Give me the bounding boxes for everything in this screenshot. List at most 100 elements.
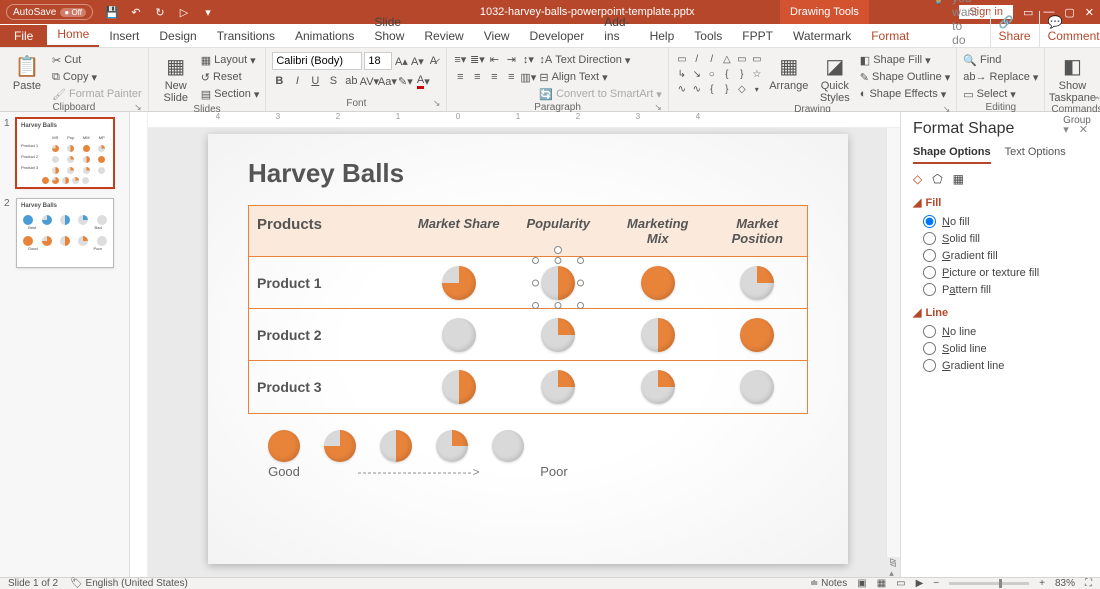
notes-button[interactable]: ≐ Notes	[810, 578, 847, 589]
cut-button[interactable]: ✂ Cut	[52, 52, 142, 68]
tab-design[interactable]: Design	[149, 25, 206, 47]
sorter-view-icon[interactable]: ▦	[877, 578, 886, 589]
dec-indent-icon[interactable]: ⇤	[487, 52, 501, 66]
harvey-ball[interactable]	[740, 318, 774, 352]
legend-ball-0[interactable]	[492, 430, 524, 462]
quick-styles-button[interactable]: ◪Quick Styles	[814, 52, 856, 104]
font-color-icon[interactable]: A▾	[416, 74, 430, 88]
align-text-button[interactable]: ⊟ Align Text ▾	[539, 69, 661, 85]
zoom-out-icon[interactable]: −	[933, 578, 939, 589]
tab-format[interactable]: Format	[861, 25, 919, 47]
new-slide-button[interactable]: ▦New Slide	[155, 52, 197, 104]
harvey-ball[interactable]	[641, 318, 675, 352]
slide-counter[interactable]: Slide 1 of 2	[8, 578, 58, 589]
justify-icon[interactable]: ≡	[504, 70, 518, 84]
clear-format-icon[interactable]: A̷	[426, 54, 440, 68]
drawing-launcher-icon[interactable]: ↘	[943, 104, 951, 115]
shadow-icon[interactable]: ab	[344, 74, 358, 88]
paste-button[interactable]: 📋Paste	[6, 52, 48, 92]
share-button[interactable]: 🔗 Share	[990, 11, 1039, 47]
section-button[interactable]: ▤ Section ▾	[201, 86, 260, 102]
shape-options-tab[interactable]: Shape Options	[913, 146, 991, 164]
tab-addins[interactable]: Add-ins	[594, 11, 639, 47]
slide-title[interactable]: Harvey Balls	[208, 134, 848, 189]
line-spacing-icon[interactable]: ↕▾	[521, 52, 535, 66]
harvey-ball[interactable]	[442, 266, 476, 300]
language-status[interactable]: 🏷 English (United States)	[70, 578, 188, 589]
layout-button[interactable]: ▦ Layout ▾	[201, 52, 260, 68]
tab-developer[interactable]: Developer	[520, 25, 595, 47]
legend-ball-25[interactable]	[436, 430, 468, 462]
legend-ball-100[interactable]	[268, 430, 300, 462]
noline-radio[interactable]: No line	[923, 325, 1088, 338]
text-options-tab[interactable]: Text Options	[1005, 146, 1066, 164]
inc-indent-icon[interactable]: ⇥	[504, 52, 518, 66]
harvey-ball[interactable]	[641, 370, 675, 404]
font-launcher-icon[interactable]: ↘	[433, 98, 441, 109]
select-button[interactable]: ▭ Select ▾	[963, 86, 1038, 102]
format-painter-button[interactable]: 🖌 Format Painter	[52, 86, 142, 102]
harvey-ball[interactable]	[740, 266, 774, 300]
font-size-combo[interactable]	[364, 52, 392, 70]
harvey-ball[interactable]	[541, 318, 575, 352]
tell-me-search[interactable]: 💡 Tell me what you want to do	[919, 0, 989, 47]
normal-view-icon[interactable]: ▣	[857, 578, 866, 589]
effects-icon[interactable]: ⬠	[932, 172, 942, 186]
tab-insert[interactable]: Insert	[99, 25, 149, 47]
thumbnail-2[interactable]: 2 Harvey Balls BestBad GoodPoor	[4, 198, 125, 268]
increase-font-icon[interactable]: A▴	[394, 54, 408, 68]
tab-view[interactable]: View	[474, 25, 520, 47]
zoom-slider[interactable]	[949, 582, 1029, 585]
shape-effects-button[interactable]: ◐ Shape Effects ▾	[860, 86, 950, 102]
align-center-icon[interactable]: ≡	[470, 70, 484, 84]
align-right-icon[interactable]: ≡	[487, 70, 501, 84]
save-icon[interactable]: 💾	[105, 6, 119, 19]
size-props-icon[interactable]: ▦	[953, 172, 964, 186]
products-table[interactable]: Products Market Share Popularity Marketi…	[248, 205, 808, 414]
tab-file[interactable]: File	[0, 25, 47, 47]
tab-slideshow[interactable]: Slide Show	[364, 11, 414, 47]
solidfill-radio[interactable]: Solid fill	[923, 232, 1088, 245]
zoom-in-icon[interactable]: +	[1039, 578, 1045, 589]
arrange-button[interactable]: ▦Arrange	[768, 52, 810, 92]
redo-icon[interactable]: ↻	[153, 6, 167, 19]
comments-button[interactable]: 💬 Comments	[1039, 11, 1100, 47]
tab-help[interactable]: Help	[640, 25, 685, 47]
slide-editor[interactable]: 432101234 Harvey Balls Products Market S…	[148, 112, 900, 577]
case-icon[interactable]: Aa▾	[380, 74, 394, 88]
picturefill-radio[interactable]: Picture or texture fill	[923, 266, 1088, 279]
slide-nav-buttons[interactable]: ⧎▴▾	[886, 557, 900, 577]
columns-icon[interactable]: ▥▾	[521, 70, 535, 84]
tab-home[interactable]: Home	[47, 23, 99, 47]
harvey-ball[interactable]	[442, 318, 476, 352]
harvey-ball[interactable]	[641, 266, 675, 300]
align-left-icon[interactable]: ≡	[453, 70, 467, 84]
font-name-combo[interactable]	[272, 52, 362, 70]
italic-icon[interactable]: I	[290, 74, 304, 88]
qat-customize-icon[interactable]: ▾	[201, 6, 215, 19]
tab-review[interactable]: Review	[414, 25, 473, 47]
fill-section-toggle[interactable]: ◢ Fill	[913, 196, 1088, 209]
replace-button[interactable]: ab→ Replace ▾	[963, 69, 1038, 85]
gradientfill-radio[interactable]: Gradient fill	[923, 249, 1088, 262]
undo-icon[interactable]: ↶	[129, 6, 143, 19]
thumbnail-1[interactable]: 1 Harvey Balls MSPopMMMP Product 1 Produ…	[4, 118, 125, 188]
line-section-toggle[interactable]: ◢ Line	[913, 306, 1088, 319]
text-direction-button[interactable]: ↕A Text Direction ▾	[539, 52, 661, 68]
autosave-toggle[interactable]: AutoSave ● Off	[6, 4, 93, 20]
tab-watermark[interactable]: Watermark	[783, 25, 861, 47]
patternfill-radio[interactable]: Pattern fill	[923, 283, 1088, 296]
shape-outline-button[interactable]: ✎ Shape Outline ▾	[860, 69, 950, 85]
legend-ball-50[interactable]	[380, 430, 412, 462]
start-from-beginning-icon[interactable]: ▷	[177, 6, 191, 19]
zoom-level[interactable]: 83%	[1055, 578, 1075, 589]
collapse-ribbon-icon[interactable]: ⌃	[1093, 96, 1100, 107]
smartart-button[interactable]: 🔄 Convert to SmartArt ▾	[539, 86, 661, 102]
copy-button[interactable]: ⧉ Copy ▾	[52, 69, 142, 85]
bullets-icon[interactable]: ≡▾	[453, 52, 467, 66]
gradientline-radio[interactable]: Gradient line	[923, 359, 1088, 372]
reading-view-icon[interactable]: ▭	[896, 578, 905, 589]
solidline-radio[interactable]: Solid line	[923, 342, 1088, 355]
tab-tools[interactable]: Tools	[684, 25, 732, 47]
nofill-radio[interactable]: No fill	[923, 215, 1088, 228]
